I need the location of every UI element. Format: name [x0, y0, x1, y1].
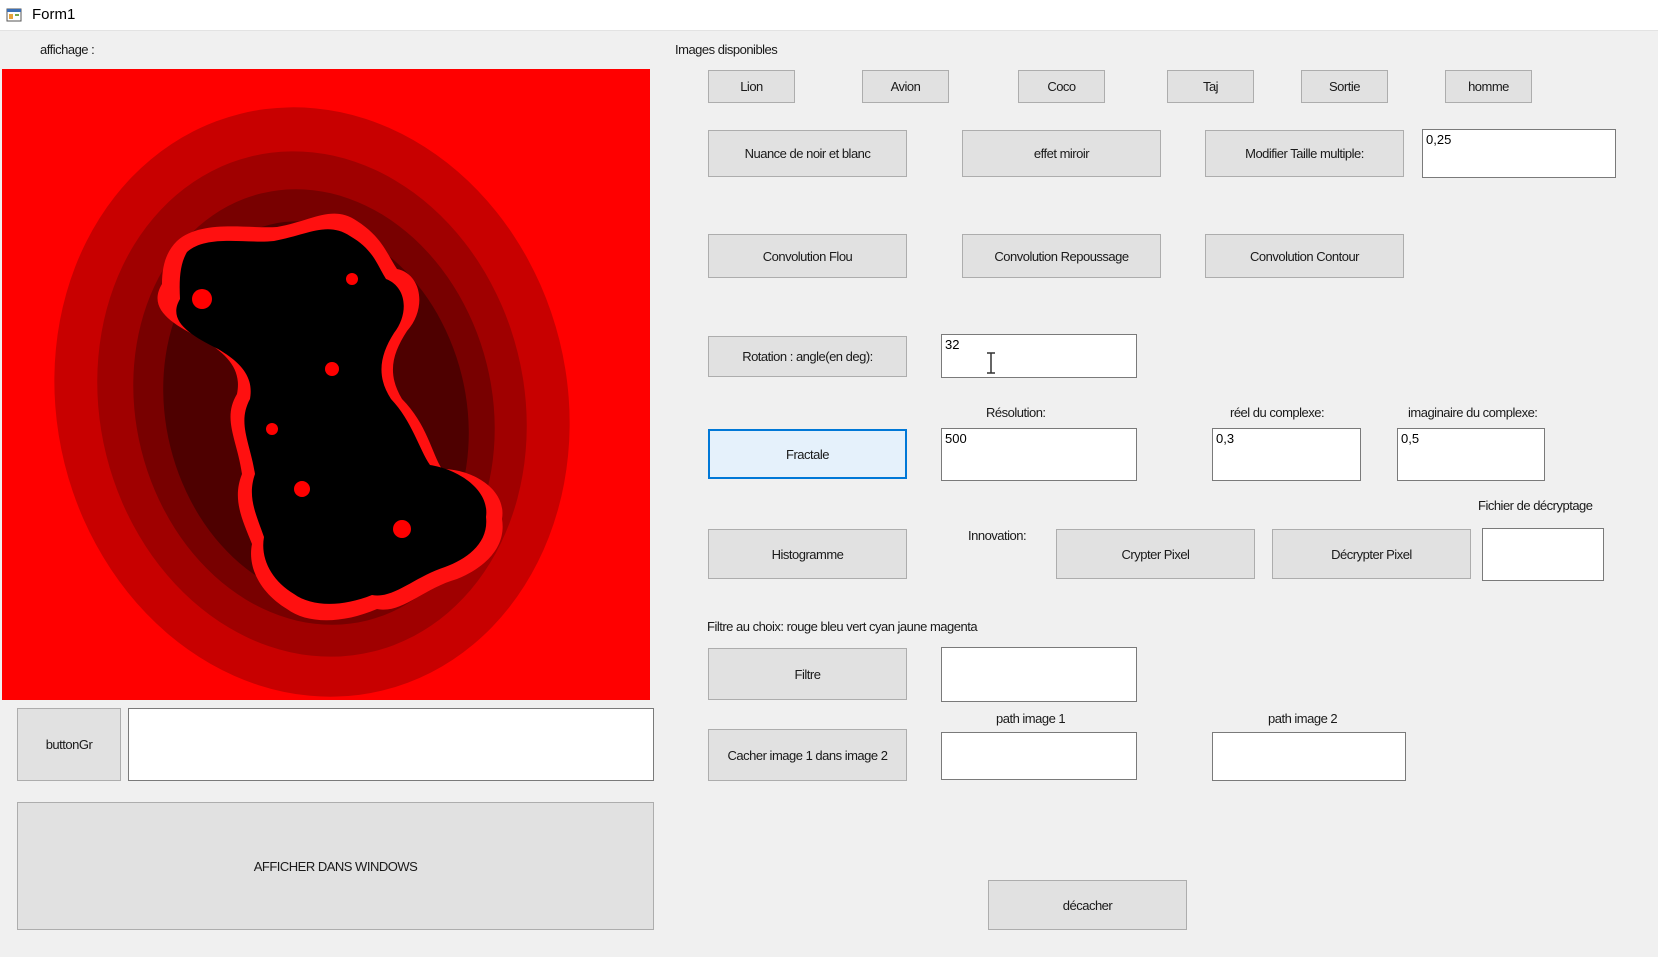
fichier-decryptage-input[interactable] [1482, 528, 1604, 581]
resolution-label: Résolution: [986, 405, 1046, 420]
path-image-2-label: path image 2 [1268, 711, 1338, 726]
sortie-button[interactable]: Sortie [1301, 70, 1388, 103]
resolution-input[interactable]: 500 [941, 428, 1137, 481]
reel-complexe-label: réel du complexe: [1230, 405, 1325, 420]
innovation-label: Innovation: [968, 528, 1027, 543]
coco-button[interactable]: Coco [1018, 70, 1105, 103]
images-disponibles-label: Images disponibles [675, 42, 778, 57]
homme-button[interactable]: homme [1445, 70, 1532, 103]
path-image-1-input[interactable] [941, 732, 1137, 780]
fractal-speck [192, 289, 212, 309]
histogramme-button[interactable]: Histogramme [708, 529, 907, 579]
fractal-image [2, 69, 650, 700]
fractal-speck [294, 481, 310, 497]
imaginaire-complexe-label: imaginaire du complexe: [1408, 405, 1538, 420]
affichage-label: affichage : [40, 42, 95, 57]
filtre-choix-label: Filtre au choix: rouge bleu vert cyan ja… [707, 619, 978, 634]
fichier-decryptage-label: Fichier de décryptage [1478, 498, 1593, 513]
avion-button[interactable]: Avion [862, 70, 949, 103]
title-bar: Form1 [0, 0, 1658, 31]
decacher-button[interactable]: décacher [988, 880, 1187, 930]
taj-button[interactable]: Taj [1167, 70, 1254, 103]
convolution-repoussage-button[interactable]: Convolution Repoussage [962, 234, 1161, 278]
fractal-speck [393, 520, 411, 538]
convolution-contour-button[interactable]: Convolution Contour [1205, 234, 1404, 278]
decrypter-pixel-button[interactable]: Décrypter Pixel [1272, 529, 1471, 579]
form-app-icon [6, 8, 22, 22]
crypter-pixel-button[interactable]: Crypter Pixel [1056, 529, 1255, 579]
fractal-speck [266, 423, 278, 435]
rotation-button[interactable]: Rotation : angle(en deg): [708, 336, 907, 377]
window-title: Form1 [32, 6, 76, 23]
path-image-2-input[interactable] [1212, 732, 1406, 781]
afficher-dans-windows-button[interactable]: AFFICHER DANS WINDOWS [17, 802, 654, 930]
filtre-input[interactable] [941, 647, 1137, 702]
image-display [2, 69, 650, 700]
buttongr-button[interactable]: buttonGr [17, 708, 121, 781]
filtre-button[interactable]: Filtre [708, 648, 907, 700]
convolution-flou-button[interactable]: Convolution Flou [708, 234, 907, 278]
lion-button[interactable]: Lion [708, 70, 795, 103]
effet-miroir-button[interactable]: effet miroir [962, 130, 1161, 177]
nuance-noir-blanc-button[interactable]: Nuance de noir et blanc [708, 130, 907, 177]
fractal-speck [325, 362, 339, 376]
path-image-1-label: path image 1 [996, 711, 1066, 726]
cacher-image-button[interactable]: Cacher image 1 dans image 2 [708, 729, 907, 781]
fractal-speck [346, 273, 358, 285]
reel-complexe-input[interactable]: 0,3 [1212, 428, 1361, 481]
taille-multiple-input[interactable]: 0,25 [1422, 129, 1616, 178]
text-cursor-icon [987, 352, 995, 374]
rotation-angle-input[interactable]: 32 [941, 334, 1137, 378]
buttongr-output-field[interactable] [128, 708, 654, 781]
modifier-taille-button[interactable]: Modifier Taille multiple: [1205, 130, 1404, 177]
fractale-button[interactable]: Fractale [708, 429, 907, 479]
imaginaire-complexe-input[interactable]: 0,5 [1397, 428, 1545, 481]
